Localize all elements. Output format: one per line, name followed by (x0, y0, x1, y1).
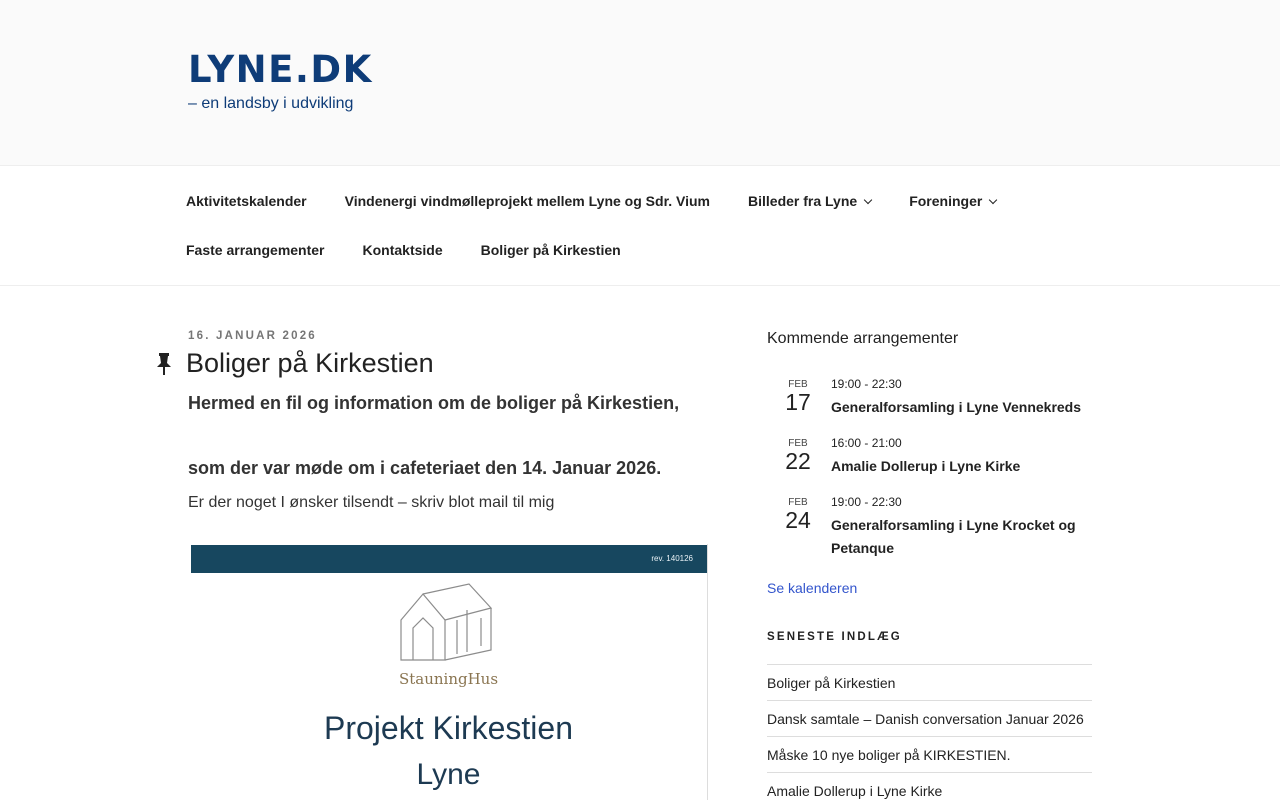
event-name-link[interactable]: Amalie Dollerup i Lyne Kirke (831, 455, 1091, 478)
nav-item-aktivitetskalender[interactable]: Aktivitetskalender (186, 193, 307, 209)
post-text-line: Er der noget I ønsker tilsendt – skriv b… (188, 494, 555, 511)
site-title[interactable]: LYNE.DK (188, 48, 373, 91)
event-time: 19:00 - 22:30 (831, 377, 902, 391)
sidebar: Kommende arrangementer FEB 17 19:00 - 22… (767, 330, 1092, 800)
logo-text: StauningHus (398, 670, 499, 688)
post-bold-line-1: Hermed en fil og information om de bolig… (188, 393, 680, 413)
nav-item-faste-arrangementer[interactable]: Faste arrangementer (186, 242, 325, 258)
events-widget-title: Kommende arrangementer (767, 330, 959, 347)
nav-item-label: Faste arrangementer (186, 242, 325, 258)
chevron-down-icon (863, 195, 873, 204)
project-document-image[interactable]: rev. 140126 StauningHus Projekt Kirkesti… (190, 544, 708, 800)
event-name-link[interactable]: Generalforsamling i Lyne Vennekreds (831, 396, 1091, 419)
main-navigation: Aktivitetskalender Vindenergi vindmøllep… (0, 165, 1280, 286)
recent-post-link[interactable]: Amalie Dollerup i Lyne Kirke (767, 773, 1092, 800)
thumbtack-icon (157, 353, 171, 375)
document-header-bar: rev. 140126 (191, 545, 707, 573)
post-title[interactable]: Boliger på Kirkestien (186, 348, 434, 379)
event-item: FEB 22 16:00 - 21:00 Amalie Dollerup i L… (767, 436, 1092, 495)
post-date[interactable]: 16. JANUAR 2026 (188, 330, 317, 342)
events-list: FEB 17 19:00 - 22:30 Generalforsamling i… (767, 377, 1092, 556)
nav-item-label: Kontaktside (362, 242, 443, 258)
nav-item-boliger[interactable]: Boliger på Kirkestien (481, 242, 621, 258)
site-tagline: – en landsby i udvikling (188, 95, 354, 112)
nav-item-billeder[interactable]: Billeder fra Lyne (748, 193, 873, 209)
nav-item-label: Boliger på Kirkestien (480, 242, 621, 258)
nav-item-foreninger[interactable]: Foreninger (909, 193, 998, 209)
nav-item-label: Vindenergi vindmølleprojekt mellem Lyne … (344, 193, 710, 209)
nav-item-label: Aktivitetskalender (186, 193, 307, 209)
event-day: 22 (785, 448, 811, 474)
nav-item-label: Foreninger (909, 193, 983, 209)
recent-post-link[interactable]: Dansk samtale – Danish conversation Janu… (767, 701, 1092, 737)
event-item: FEB 17 19:00 - 22:30 Generalforsamling i… (767, 377, 1092, 436)
main-content: 16. JANUAR 2026 Boliger på Kirkestien He… (0, 286, 1280, 800)
event-time: 16:00 - 21:00 (831, 436, 902, 450)
post-bold-line-2: som der var møde om i cafeteriaet den 14… (188, 458, 662, 478)
recent-post-link[interactable]: Boliger på Kirkestien (767, 665, 1092, 701)
nav-row-1: Aktivitetskalender Vindenergi vindmøllep… (186, 193, 1034, 209)
event-day: 17 (785, 389, 811, 415)
nav-item-kontaktside[interactable]: Kontaktside (363, 242, 443, 258)
event-time: 19:00 - 22:30 (831, 495, 902, 509)
event-day: 24 (785, 507, 811, 533)
event-name-link[interactable]: Generalforsamling i Lyne Krocket og Peta… (831, 514, 1091, 560)
chevron-down-icon (989, 195, 998, 204)
site-header: LYNE.DK – en landsby i udvikling (0, 0, 1280, 165)
recent-posts-title: SENESTE INDLÆG (767, 631, 902, 643)
recent-posts-list: Boliger på Kirkestien Dansk samtale – Da… (767, 664, 1092, 800)
document-title: Projekt Kirkestien (324, 710, 573, 746)
event-item: FEB 24 19:00 - 22:30 Generalforsamling i… (767, 495, 1092, 556)
document-revision: rev. 140126 (651, 554, 693, 563)
stauninghus-house-logo-icon (400, 583, 493, 661)
document-subtitle: Lyne (416, 758, 481, 791)
nav-item-label: Billeder fra Lyne (748, 193, 858, 209)
nav-row-2: Faste arrangementer Kontaktside Boliger … (186, 242, 659, 258)
recent-post-link[interactable]: Måske 10 nye boliger på KIRKESTIEN. (767, 737, 1092, 773)
nav-item-vindenergi[interactable]: Vindenergi vindmølleprojekt mellem Lyne … (345, 193, 710, 209)
post-body: Hermed en fil og information om de bolig… (188, 390, 708, 512)
see-calendar-link[interactable]: Se kalenderen (767, 580, 1092, 596)
